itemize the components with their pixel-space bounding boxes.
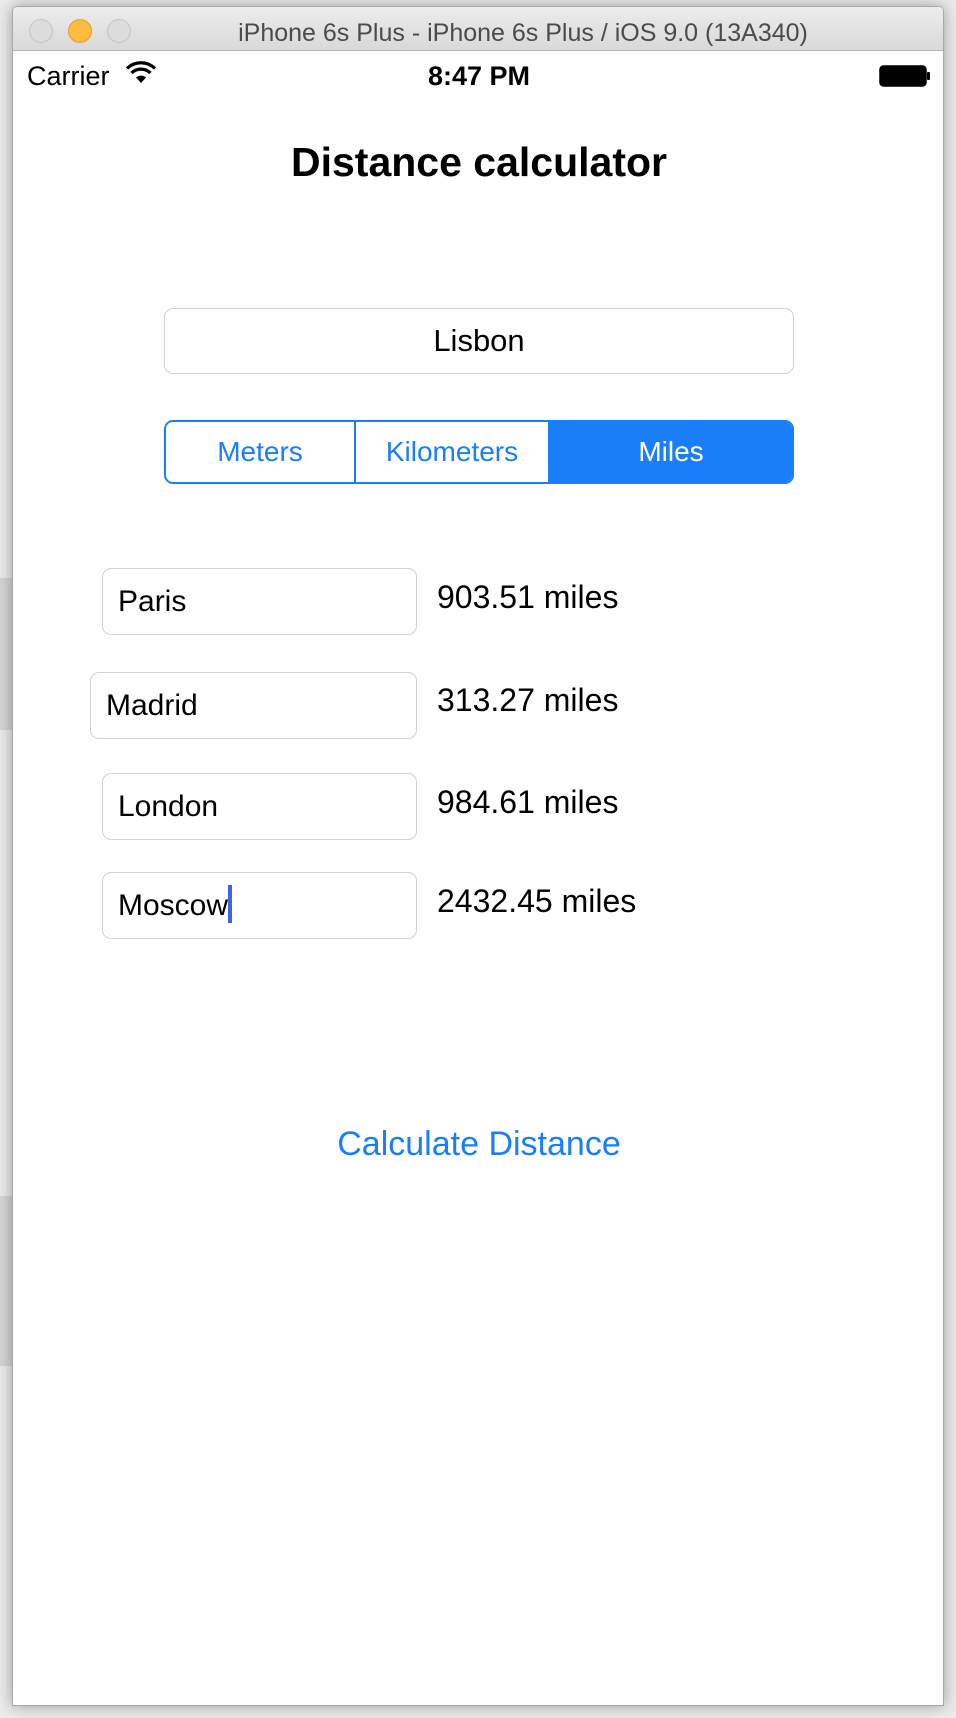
status-bar: Carrier 8:47 PM [13,51,943,107]
window-titlebar: iPhone 6s Plus - iPhone 6s Plus / iOS 9.… [13,7,943,51]
segment-meters[interactable]: Meters [166,422,354,482]
status-time: 8:47 PM [427,61,531,91]
destination-input-paris[interactable]: Paris [102,568,417,635]
distance-result-madrid: 313.27 miles [437,682,619,718]
origin-city-input[interactable]: Lisbon [164,308,794,374]
segment-miles[interactable]: Miles [548,422,792,482]
window-title: iPhone 6s Plus - iPhone 6s Plus / iOS 9.… [238,19,808,47]
page-title: Distance calculator [291,139,667,185]
destination-input-madrid[interactable]: Madrid [90,672,417,739]
background-panel [0,1196,12,1366]
background-panel [0,578,12,730]
distance-result-moscow: 2432.45 miles [437,883,637,919]
simulator-window: iPhone 6s Plus - iPhone 6s Plus / iOS 9.… [12,6,944,1706]
destination-input-moscow[interactable]: Moscow [102,872,417,939]
destination-input-moscow-text: Moscow [118,889,229,922]
calculate-distance-button[interactable]: Calculate Distance [13,1125,943,1164]
destination-input-london[interactable]: London [102,773,417,840]
units-segmented-control: Meters Kilometers Miles [164,420,794,484]
ios-screen: Carrier 8:47 PM Distance calculator Lisb… [13,51,943,1705]
distance-result-paris: 903.51 miles [437,579,619,615]
text-cursor [228,885,233,924]
segment-kilometers[interactable]: Kilometers [354,422,548,482]
distance-result-london: 984.61 miles [437,784,619,820]
battery-icon [879,65,930,87]
